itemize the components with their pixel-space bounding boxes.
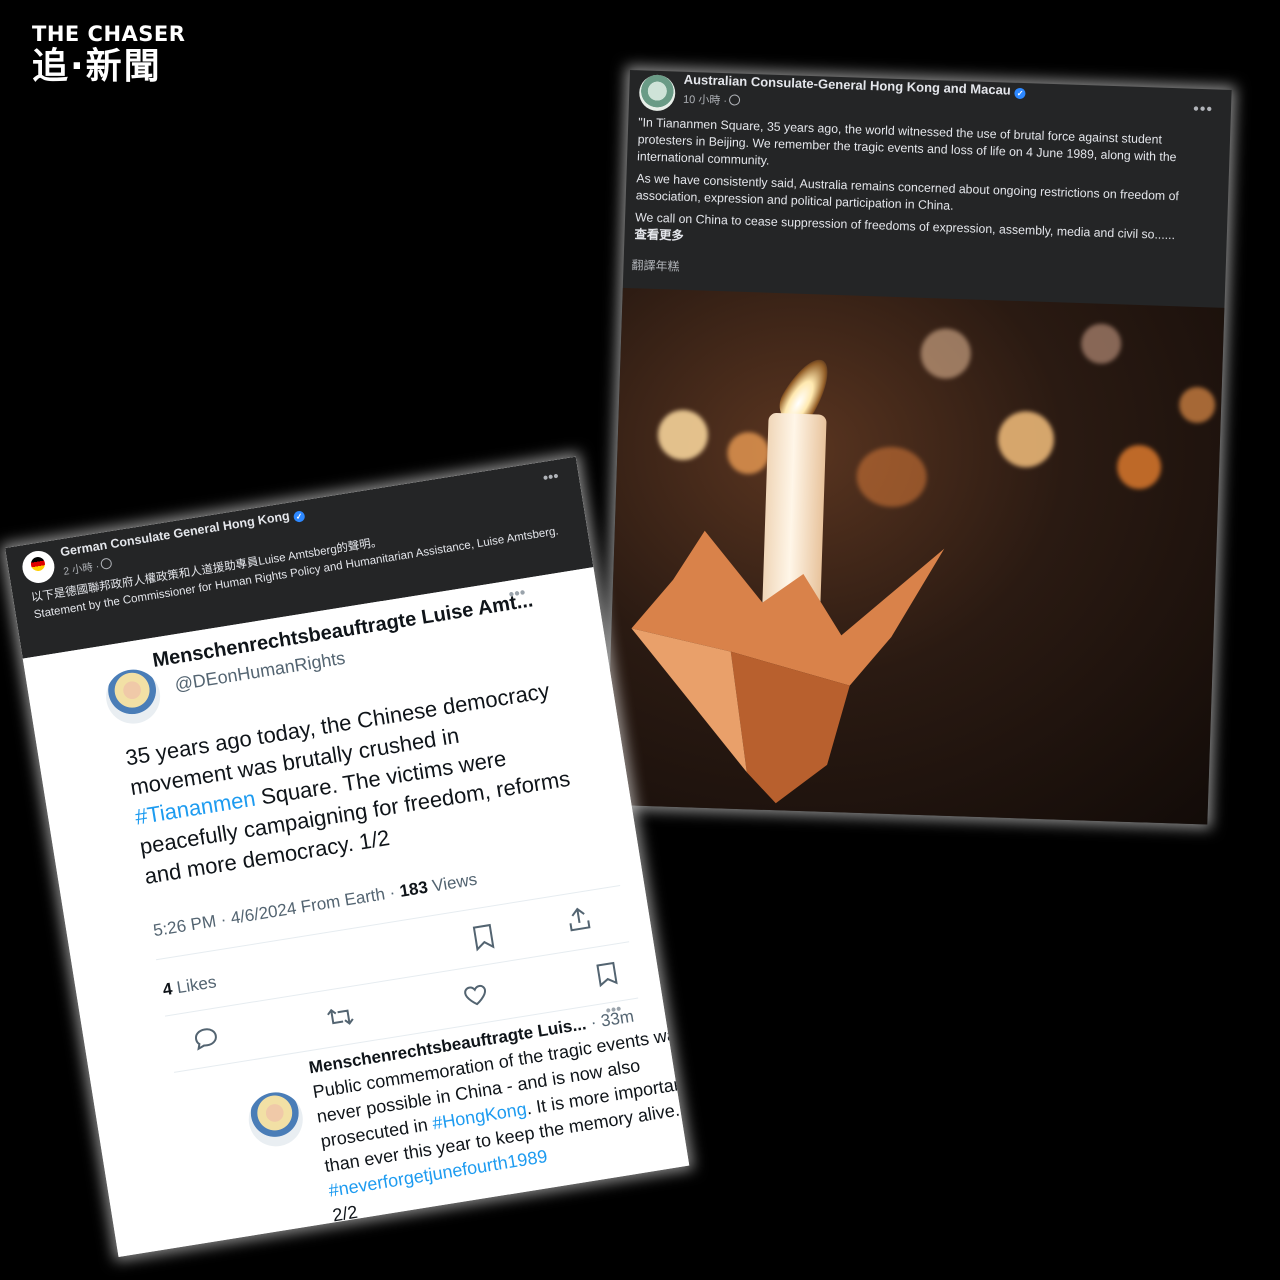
tweet-text: 35 years ago today, the Chinese democrac… xyxy=(123,674,581,892)
bokeh-light xyxy=(657,409,709,461)
verified-badge-icon: ✓ xyxy=(292,510,306,523)
share-icon[interactable] xyxy=(565,904,593,933)
paper-cup xyxy=(631,530,945,804)
tweet-author-avatar[interactable] xyxy=(102,665,165,728)
reply-more-icon[interactable]: ••• xyxy=(604,1000,622,1019)
more-options-icon[interactable]: ••• xyxy=(542,468,560,487)
page-avatar[interactable] xyxy=(638,74,676,112)
post-time-text[interactable]: 2 小時 · xyxy=(63,560,101,578)
page-avatar[interactable] xyxy=(20,548,57,586)
more-options-icon[interactable]: ••• xyxy=(1193,101,1213,120)
post-header: Australian Consulate-General Hong Kong a… xyxy=(623,70,1232,316)
see-translation-link[interactable]: 翻譯年糕 xyxy=(631,256,680,275)
reply-author-avatar[interactable] xyxy=(244,1088,307,1151)
retweet-icon[interactable] xyxy=(325,1003,356,1031)
post-body: "In Tiananmen Square, 35 years ago, the … xyxy=(634,114,1213,262)
like-heart-icon[interactable] xyxy=(461,981,490,1009)
australia-facebook-post: Australian Consulate-General Hong Kong a… xyxy=(605,70,1232,825)
german-flag-icon xyxy=(29,555,46,573)
likes-label: Likes xyxy=(170,972,218,998)
bokeh-light xyxy=(1178,386,1216,424)
tweet-timestamp[interactable]: 5:26 PM · 4/6/2024 From Earth · xyxy=(152,882,401,940)
bokeh-light xyxy=(1116,444,1162,490)
reply-icon[interactable] xyxy=(191,1024,220,1052)
logo-chinese: 追·新聞 xyxy=(32,46,162,87)
bookmark-action-icon[interactable] xyxy=(594,961,620,988)
the-chaser-logo: THE CHASER 追·新聞 xyxy=(32,22,185,86)
bokeh-light xyxy=(855,445,928,509)
bokeh-light xyxy=(919,327,972,380)
bokeh-light xyxy=(726,431,771,475)
post-time-text[interactable]: 10 小時 · xyxy=(683,94,727,107)
logo-english: THE CHASER xyxy=(32,22,186,46)
bookmark-icon[interactable] xyxy=(471,923,497,952)
tweet-more-icon[interactable]: ••• xyxy=(507,584,526,604)
globe-icon xyxy=(728,94,741,106)
embedded-tweet[interactable]: Menschenrechtsbeauftragte Luise Amt... •… xyxy=(22,567,690,1257)
views-label: Views xyxy=(426,869,479,897)
bokeh-light xyxy=(997,410,1055,469)
reply-text-part: 2/2 xyxy=(331,1201,360,1226)
post-time[interactable]: 10 小時 · xyxy=(683,91,741,109)
page-name-text[interactable]: German Consulate General Hong Kong xyxy=(59,509,290,560)
likes-count[interactable]: 4 Likes xyxy=(161,972,217,1000)
verified-badge-icon: ✓ xyxy=(1014,87,1026,100)
globe-icon xyxy=(100,557,113,570)
post-time[interactable]: 2 小時 · xyxy=(62,556,113,579)
views-count: 183 xyxy=(398,877,430,901)
candle-vigil-photo[interactable] xyxy=(605,287,1225,825)
germany-facebook-post: German Consulate General Hong Kong ✓ 2 小時… xyxy=(5,456,690,1257)
bokeh-light xyxy=(1080,323,1122,365)
